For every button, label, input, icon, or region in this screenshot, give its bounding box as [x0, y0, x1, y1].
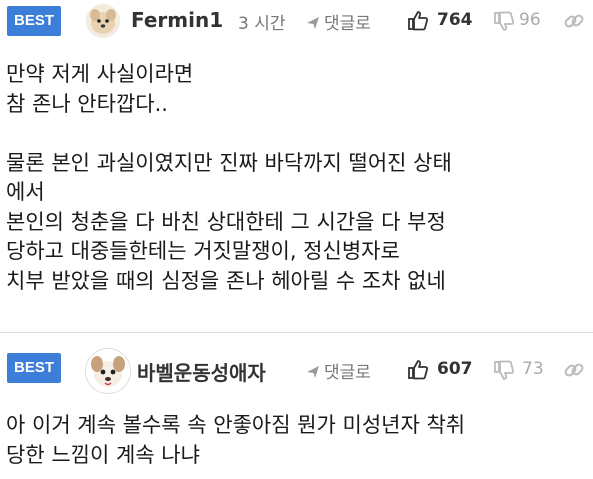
thumbs-down-icon[interactable] [493, 360, 515, 382]
reply-button[interactable]: 댓글로 [306, 358, 371, 383]
thumbs-up-icon[interactable] [407, 9, 429, 31]
reply-arrow-icon [307, 366, 319, 378]
username[interactable]: Fermin1 [131, 8, 223, 32]
avatar-image [86, 349, 130, 393]
username[interactable]: 바벨운동성애자 [137, 357, 266, 386]
avatar-image [86, 4, 120, 38]
best-badge: BEST [7, 353, 61, 383]
comment-body: 만약 저게 사실이라면 참 존나 안타깝다.. 물론 본인 과실이였지만 진짜 … [6, 62, 452, 293]
comment-body: 아 이거 계속 볼수록 속 안좋아짐 뭔가 미성년자 착취 당한 느낌이 계속 … [6, 413, 466, 467]
comment-1: BEST Fermin1 3 시간 댓글로 764 96 만약 저게 사실이라면… [0, 0, 593, 333]
user-avatar[interactable] [85, 348, 131, 394]
downvote-count: 96 [519, 10, 541, 30]
comment-header: BEST 바벨운동성애자 댓글로 607 73 [0, 333, 593, 394]
reply-label: 댓글로 [324, 14, 371, 34]
upvote-count: 607 [437, 359, 473, 379]
comment-header: BEST Fermin1 3 시간 댓글로 764 96 [0, 0, 593, 44]
timestamp: 3 시간 [238, 14, 286, 34]
reply-arrow-icon [307, 17, 319, 29]
user-avatar[interactable] [86, 4, 120, 38]
best-badge: BEST [7, 6, 61, 36]
comment-2: BEST 바벨운동성애자 댓글로 607 73 아 이거 계속 볼수록 속 안좋… [0, 333, 593, 479]
downvote-count: 73 [522, 359, 544, 379]
link-icon[interactable] [563, 359, 585, 381]
link-icon[interactable] [563, 10, 585, 32]
reply-label: 댓글로 [324, 363, 371, 383]
thumbs-up-icon[interactable] [407, 358, 429, 380]
reply-button[interactable]: 댓글로 [306, 9, 371, 34]
thumbs-down-icon[interactable] [493, 11, 515, 33]
upvote-count: 764 [437, 10, 473, 30]
